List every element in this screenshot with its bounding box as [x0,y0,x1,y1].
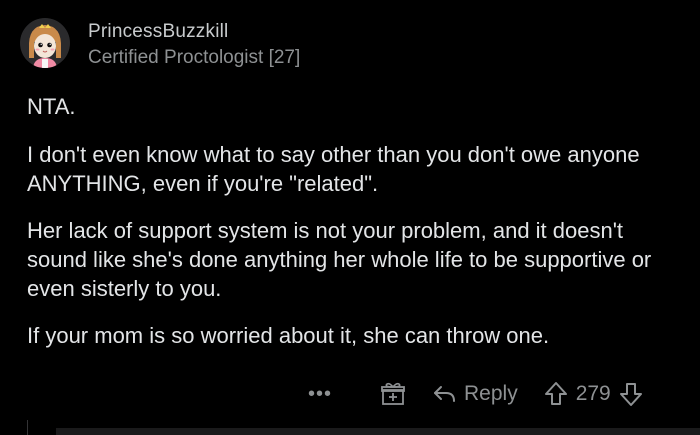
comment-header: PrincessBuzzkill Certified Proctologist … [20,18,300,78]
comment-paragraph: Her lack of support system is not your p… [27,218,652,301]
comment-paragraph: I don't even know what to say other than… [27,142,640,196]
next-comment-edge [56,428,700,435]
comment-paragraph: NTA. [27,94,76,119]
reply-button[interactable]: Reply [432,382,518,406]
upvote-icon [544,382,567,405]
comment: PrincessBuzzkill Certified Proctologist … [0,0,700,435]
more-options-button[interactable]: ••• [308,383,342,406]
reply-label: Reply [464,382,518,405]
comment-paragraph: If your mom is so worried about it, she … [27,323,550,348]
downvote-icon [619,383,642,406]
reply-arrow-icon [434,386,455,402]
avatar-image [20,18,70,68]
award-button[interactable] [380,381,406,407]
author-username[interactable]: PrincessBuzzkill [88,21,300,43]
avatar[interactable] [20,18,70,68]
vote-score: 279 [575,382,611,405]
upvote-button[interactable] [544,381,568,407]
more-icon: ••• [308,382,333,405]
comment-actions: ••• Reply 279 [308,372,643,416]
author-meta: PrincessBuzzkill Certified Proctologist … [88,21,300,69]
downvote-button[interactable] [619,381,643,407]
gift-icon [381,382,405,405]
thread-line [27,420,28,435]
comment-body: NTA. I don't even know what to say other… [27,92,677,368]
author-flair: Certified Proctologist [27] [88,47,301,68]
